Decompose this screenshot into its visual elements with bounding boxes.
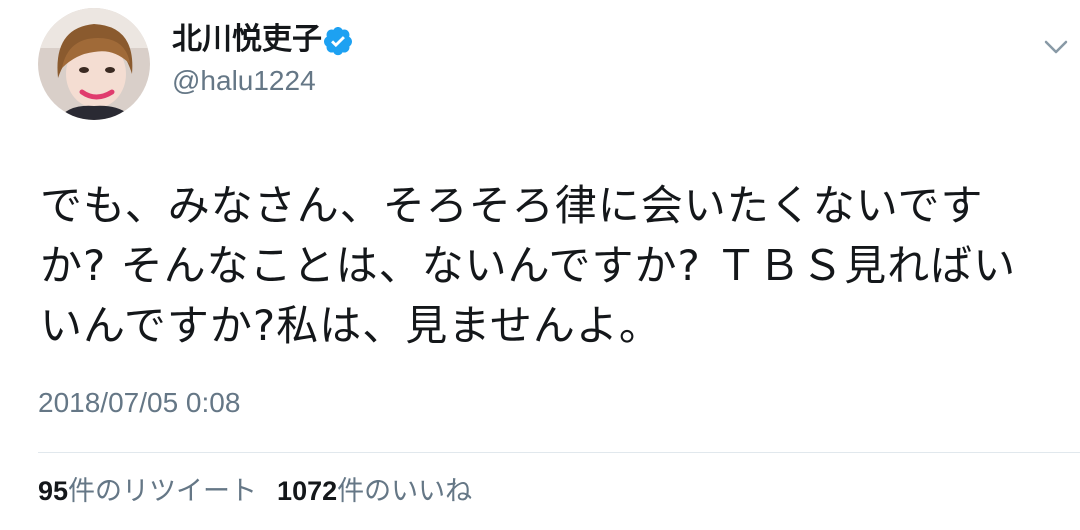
- retweet-count: 95: [38, 476, 69, 506]
- tweet-stats: 95件のリツイート 1072件のいいね: [38, 474, 472, 509]
- tweet-text: でも、みなさん、そろそろ律に会いたくないです か? そんなことは、ないんですか?…: [40, 181, 1017, 350]
- retweet-label: 件のリツイート: [68, 476, 258, 507]
- verified-badge-icon: [322, 25, 354, 57]
- like-label: 件のいいね: [337, 476, 473, 507]
- retweet-stat[interactable]: 95件のリツイート: [38, 476, 257, 507]
- chevron-down-icon[interactable]: [1038, 32, 1074, 62]
- author-display-name[interactable]: 北川悦吏子: [172, 22, 322, 58]
- tweet-timestamp[interactable]: 2018/07/05 0:08: [38, 386, 240, 420]
- like-stat[interactable]: 1072件のいいね: [277, 476, 472, 507]
- divider: [38, 452, 1080, 453]
- author-handle[interactable]: @halu1224: [172, 64, 316, 98]
- tweet-card: 北川悦吏子 @halu1224 でも、みなさん、そろそろ律に会いたくないです か…: [0, 0, 1080, 530]
- avatar[interactable]: [38, 8, 150, 120]
- like-count: 1072: [277, 476, 338, 506]
